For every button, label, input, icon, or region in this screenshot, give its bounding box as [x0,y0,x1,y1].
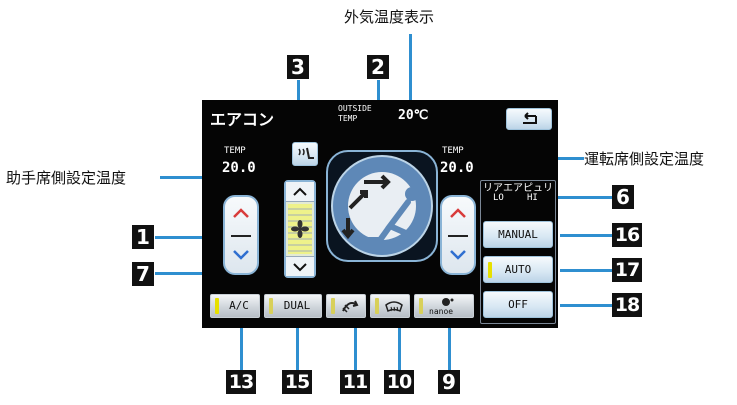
chevron-down-icon [450,250,466,260]
fan-icon [291,220,309,238]
callout-1: 1 [132,225,154,249]
right-temp-label: TEMP [442,146,464,156]
driver-temp-control [440,195,476,275]
ac-button[interactable]: A/C [210,294,260,318]
left-temp-label: TEMP [224,146,246,156]
rear-hi-label: HI [527,193,538,203]
rear-lo-label: LO [493,193,504,203]
rear-off-button[interactable]: OFF [483,291,553,318]
leader-outside-temp [409,34,412,104]
ac-label: A/C [229,299,249,312]
screen-title: エアコン [210,110,275,129]
rear-purifier-title: リアエアピュリ [483,183,553,194]
windshield-defog-indicator [375,298,379,314]
aircon-screen: エアコン OUTSIDE TEMP 20℃ TEMP 20.0 TEMP 20.… [202,100,558,328]
leader-16 [560,234,612,237]
back-arrow-icon [523,112,537,124]
dual-label: DUAL [283,299,311,312]
driver-temp-up-button[interactable] [442,197,474,233]
rear-auto-button[interactable]: AUTO [483,256,553,283]
callout-13: 13 [226,370,256,394]
fan-speed-control [284,180,316,278]
airflow-mode-selector[interactable] [326,150,438,262]
callout-17: 17 [612,258,642,282]
nanoe-icon [442,298,454,306]
callout-9: 9 [438,370,460,394]
chevron-up-icon [293,187,307,196]
leader-17 [560,269,612,272]
chevron-down-icon [293,263,307,272]
callout-7: 7 [132,262,154,286]
rear-auto-label: AUTO [504,263,532,276]
recirculate-icon [342,300,359,313]
chevron-down-icon [233,250,249,260]
leader-18 [560,304,612,307]
rear-auto-indicator [488,262,492,278]
dual-button[interactable]: DUAL [264,294,322,318]
outside-temp-label-line1: OUTSIDE [338,104,372,113]
outside-temp-value: 20℃ [398,108,429,123]
callout-2: 2 [367,55,389,79]
nanoe-button[interactable]: nanoe [414,294,474,318]
nanoe-indicator [419,298,423,314]
driver-temp-down-button[interactable] [442,237,474,273]
left-temp-value: 20.0 [222,160,256,176]
callout-6: 6 [612,185,634,209]
callout-10: 10 [384,370,414,394]
recirculate-indicator [331,298,335,314]
outside-temp-annotation: 外気温度表示 [344,8,435,26]
fan-down-button[interactable] [286,256,314,276]
callout-16: 16 [612,223,642,247]
dual-indicator [269,298,273,314]
callout-15: 15 [282,370,312,394]
ac-indicator [215,298,219,314]
fan-up-button[interactable] [286,182,314,202]
windshield-defog-icon [385,301,403,313]
driver-set-temp-annotation: 運転席側設定温度 [584,150,705,168]
callout-18: 18 [612,293,642,317]
nanoe-label: nanoe [429,307,454,316]
passenger-temp-up-button[interactable] [225,197,257,233]
chevron-up-icon [450,208,466,218]
passenger-temp-down-button[interactable] [225,237,257,273]
chevron-up-icon [233,208,249,218]
rear-off-label: OFF [508,298,528,311]
windshield-defog-button[interactable] [370,294,410,318]
rear-purifier-panel: リアエアピュリ LO HI MANUAL AUTO OFF [480,180,556,324]
callout-3: 3 [287,55,309,79]
passenger-temp-control [223,195,259,275]
back-button[interactable] [506,108,552,130]
passenger-set-temp-annotation: 助手席側設定温度 [6,169,127,187]
leader-passenger-temp [160,176,208,179]
outside-temp-label-line2: TEMP [338,114,358,123]
rear-manual-label: MANUAL [498,228,538,241]
rear-manual-button[interactable]: MANUAL [483,221,553,248]
right-temp-value: 20.0 [440,160,474,176]
seat-defog-button[interactable] [292,142,318,166]
seat-defog-icon [298,147,314,159]
callout-11: 11 [340,370,370,394]
seat-icon [331,155,433,257]
recirculate-button[interactable] [326,294,366,318]
